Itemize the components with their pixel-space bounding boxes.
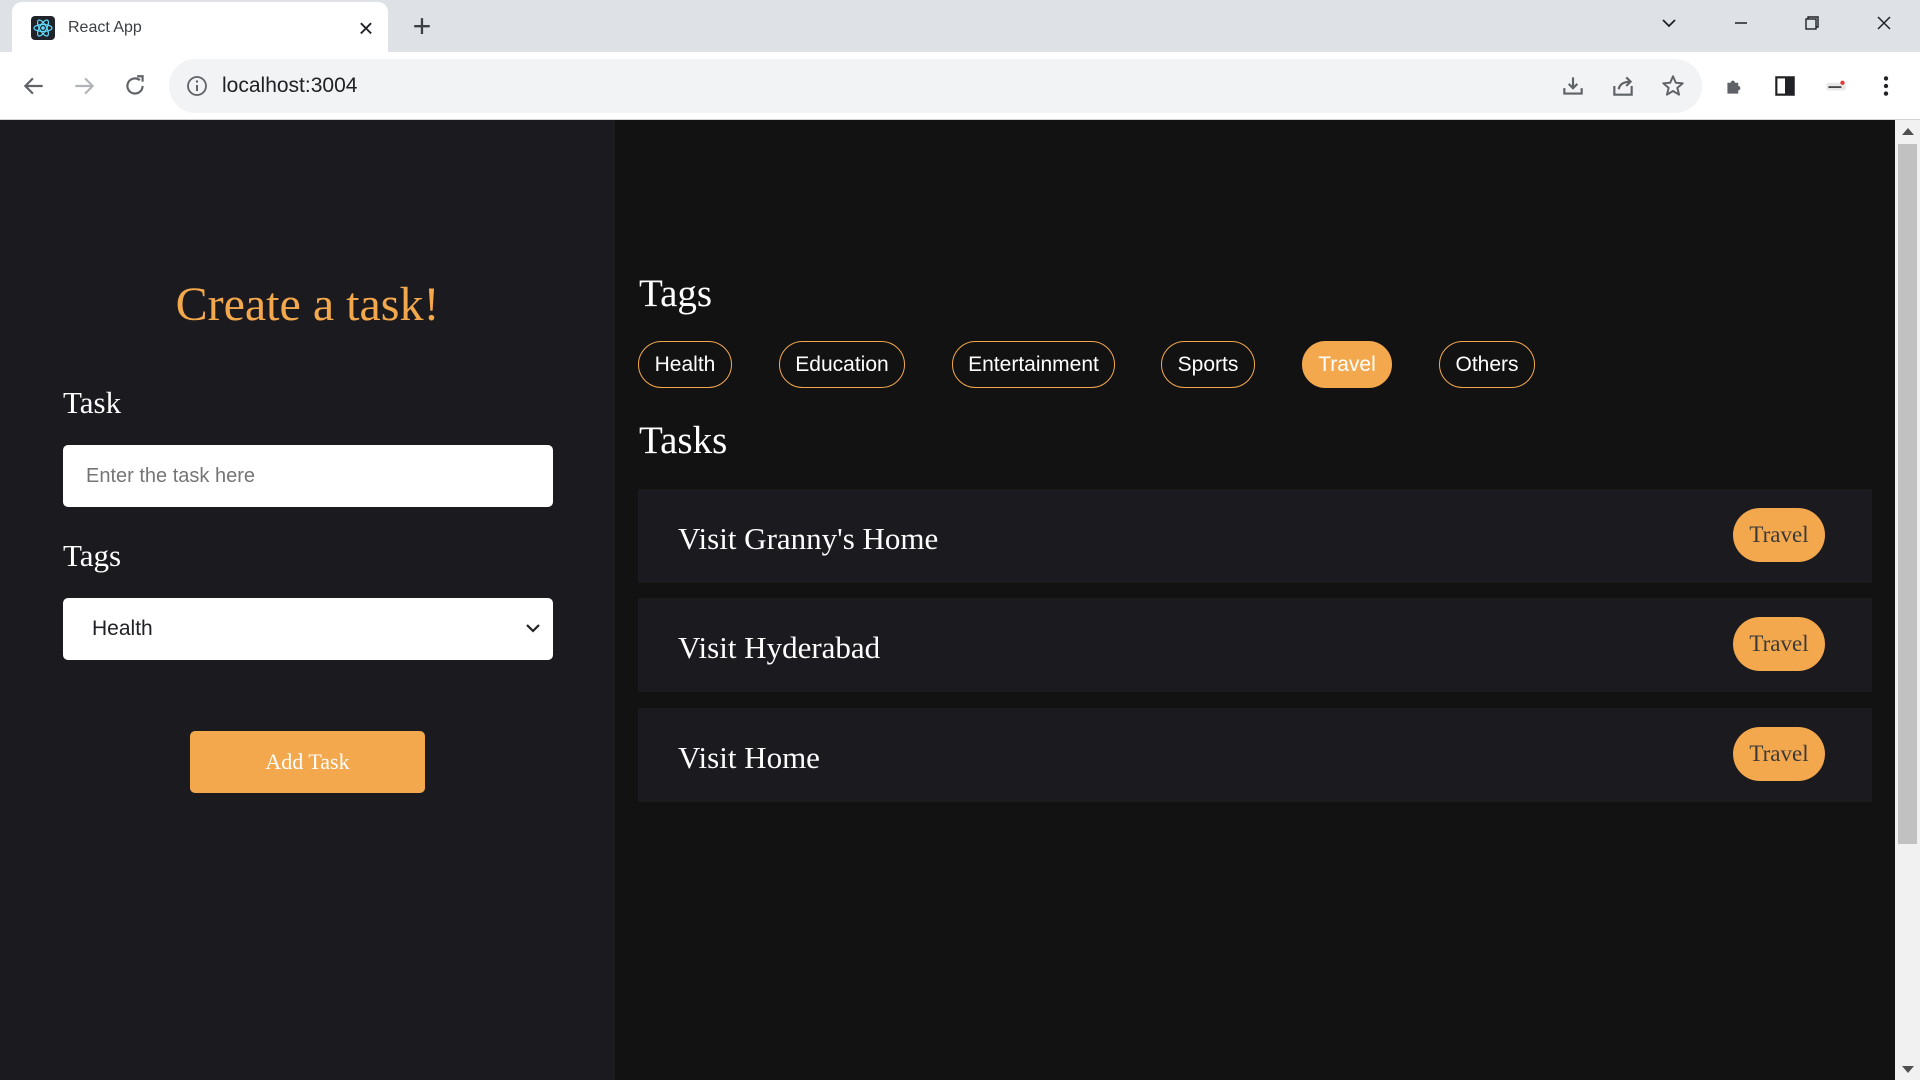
install-app-icon[interactable] xyxy=(1556,69,1590,103)
tag-filter-sports[interactable]: Sports xyxy=(1161,341,1255,388)
tags-section-title: Tags xyxy=(639,272,713,315)
chevron-down-icon xyxy=(523,618,543,638)
reload-icon[interactable] xyxy=(115,66,155,106)
tag-filter-others[interactable]: Others xyxy=(1439,341,1535,388)
page-viewport: Create a task! Task Tags Health Add Task… xyxy=(0,120,1920,1080)
extensions-puzzle-icon[interactable] xyxy=(1715,66,1755,106)
task-tag-badge: Travel xyxy=(1733,727,1825,781)
tag-select[interactable]: Health xyxy=(63,598,553,660)
react-logo-icon xyxy=(31,16,55,40)
side-panel-icon[interactable] xyxy=(1765,66,1805,106)
close-window-icon[interactable] xyxy=(1852,2,1916,44)
task-row: Visit Home Travel xyxy=(638,708,1872,802)
task-row: Visit Granny's Home Travel xyxy=(638,489,1872,583)
create-task-heading: Create a task! xyxy=(175,278,440,331)
profile-avatar-icon[interactable] xyxy=(1816,66,1856,106)
task-tag-badge: Travel xyxy=(1733,617,1825,671)
tag-select-value: Health xyxy=(92,617,153,640)
tasks-section-title: Tasks xyxy=(639,419,728,462)
tab-search-icon[interactable] xyxy=(1637,2,1701,44)
scroll-down-arrow-icon[interactable] xyxy=(1895,1058,1920,1080)
minimize-icon[interactable] xyxy=(1709,2,1773,44)
site-info-icon[interactable] xyxy=(185,74,209,98)
browser-tabstrip: React App × + xyxy=(0,0,1920,54)
scrollbar-thumb[interactable] xyxy=(1898,144,1917,844)
scroll-up-arrow-icon[interactable] xyxy=(1895,120,1920,142)
address-bar[interactable]: localhost:3004 xyxy=(169,59,1702,113)
tag-filter-travel[interactable]: Travel xyxy=(1302,341,1392,388)
more-menu-icon[interactable] xyxy=(1866,66,1906,106)
task-row: Visit Hyderabad Travel xyxy=(638,598,1872,692)
share-icon[interactable] xyxy=(1606,69,1640,103)
task-name: Visit Home xyxy=(678,740,820,775)
task-name: Visit Granny's Home xyxy=(678,521,939,556)
task-label: Task xyxy=(63,385,122,420)
tag-filter-education[interactable]: Education xyxy=(779,341,905,388)
browser-toolbar: localhost:3004 xyxy=(0,52,1920,120)
restore-icon[interactable] xyxy=(1780,2,1844,44)
tab-close-icon[interactable]: × xyxy=(352,14,380,42)
tags-label: Tags xyxy=(63,538,122,573)
create-task-panel: Create a task! Task Tags Health Add Task xyxy=(0,120,615,1080)
forward-arrow-icon[interactable] xyxy=(64,66,104,106)
tag-filter-health[interactable]: Health xyxy=(638,341,732,388)
task-tag-badge: Travel xyxy=(1733,508,1825,562)
bookmark-star-icon[interactable] xyxy=(1656,69,1690,103)
tag-filter-entertainment[interactable]: Entertainment xyxy=(952,341,1115,388)
tab-title: React App xyxy=(68,19,142,36)
browser-tab[interactable]: React App × xyxy=(12,2,388,54)
task-input[interactable] xyxy=(63,445,553,507)
add-task-button[interactable]: Add Task xyxy=(190,731,425,793)
new-tab-icon[interactable]: + xyxy=(406,10,438,42)
page-scrollbar[interactable] xyxy=(1895,120,1920,1080)
task-name: Visit Hyderabad xyxy=(678,630,881,665)
url-text: localhost:3004 xyxy=(222,74,358,97)
back-arrow-icon[interactable] xyxy=(14,66,54,106)
